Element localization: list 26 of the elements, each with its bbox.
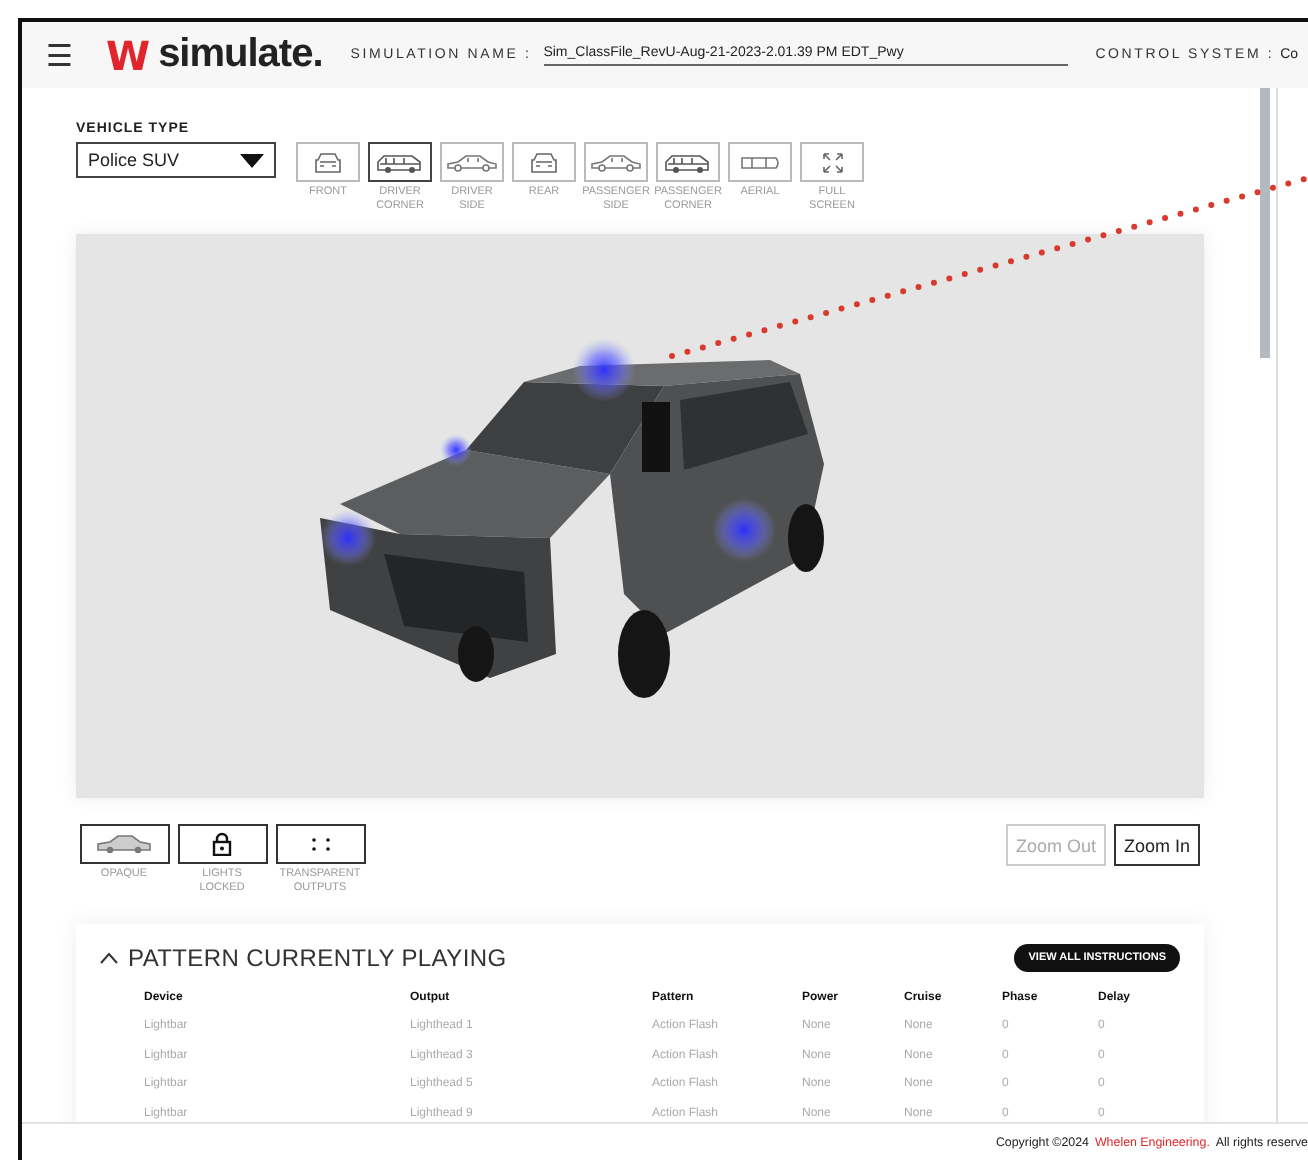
section-title: PATTERN CURRENTLY PLAYING: [128, 944, 507, 972]
fullscreen-icon: [821, 151, 843, 173]
car-front-icon: [312, 151, 344, 173]
car-top-icon: [738, 151, 782, 173]
suv-icon: [376, 151, 424, 173]
zoom-button[interactable]: Zoom In: [1113, 824, 1200, 866]
caret-icon: [240, 153, 264, 167]
menu-icon[interactable]: ☰: [46, 37, 78, 73]
dots-icon: [311, 837, 329, 851]
suv-icon: [664, 151, 712, 173]
logo-text: simulate.: [158, 32, 323, 78]
view-button[interactable]: [368, 142, 432, 182]
view-button[interactable]: [656, 142, 720, 182]
display-toggle-button[interactable]: [275, 824, 365, 864]
car-front-icon: [528, 151, 560, 173]
display-toggle-button[interactable]: [177, 824, 267, 864]
logo-mark: W: [106, 31, 147, 79]
car-icon: [96, 834, 152, 854]
display-toggle-button[interactable]: [79, 824, 169, 864]
scrollbar-thumb[interactable]: [1260, 88, 1270, 358]
lock-icon: [212, 832, 232, 856]
3d-viewer[interactable]: [76, 234, 1204, 798]
sedan-side-icon: [446, 153, 498, 171]
sedan-side-icon: [590, 153, 642, 171]
chevron-up-icon[interactable]: [100, 952, 118, 964]
vehicle-type-dropdown[interactable]: Police SUV: [76, 142, 276, 178]
